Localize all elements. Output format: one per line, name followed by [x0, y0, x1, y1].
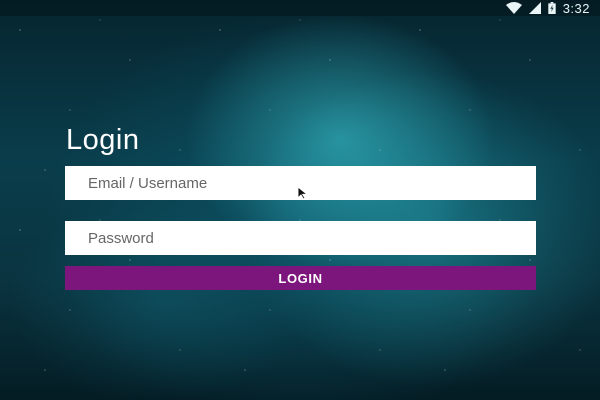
star-field — [0, 0, 600, 400]
signal-icon — [528, 2, 541, 14]
status-time: 3:32 — [562, 0, 590, 16]
mouse-pointer-icon — [297, 186, 309, 200]
status-icons: 3:32 — [505, 0, 590, 16]
battery-icon — [547, 2, 556, 14]
password-input[interactable] — [65, 221, 536, 255]
status-bar: 3:32 — [0, 0, 600, 16]
wifi-icon — [505, 2, 522, 14]
login-title: Login — [66, 124, 140, 156]
login-button[interactable]: LOGIN — [65, 266, 536, 290]
